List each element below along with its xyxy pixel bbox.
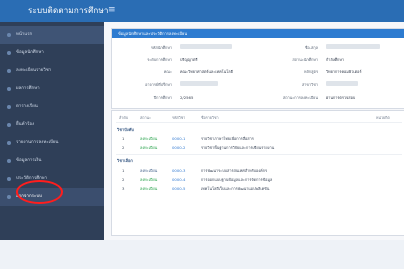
student-status-value: กำลังศึกษา	[326, 57, 344, 62]
sidebar-item-finance[interactable]: ข้อมูลการเงิน	[0, 152, 104, 170]
home-icon	[7, 33, 11, 37]
required-row-2-no: 2	[122, 145, 125, 150]
student-name-value	[326, 44, 380, 49]
course-table: ลำดับ สถานะ รหัสวิชา ชื่อรายวิชา หน่วยกิ…	[111, 110, 404, 236]
registration-status-label: สถานะการลงทะเบียน	[282, 95, 318, 100]
academic-year-value: 2/2565	[180, 95, 194, 100]
report-icon	[7, 141, 11, 145]
book-icon	[7, 69, 11, 73]
elective-row-1-status: ลงทะเบียน	[140, 168, 158, 173]
faculty-value: คณะวิทยาศาสตร์และเทคโนโลยี	[180, 69, 233, 74]
highlight-circle	[16, 180, 63, 204]
academic-year-label: ปีการศึกษา	[153, 95, 172, 100]
header-status: สถานะ	[140, 116, 152, 120]
history-icon	[7, 177, 11, 181]
elective-row-3-code[interactable]: 0000-5	[172, 186, 185, 191]
registration-status-value: ผ่านการตรวจสอบ	[326, 95, 356, 100]
main-content: ข้อมูลนักศึกษาและประวัติการลงทะเบียน รหั…	[104, 22, 404, 241]
sidebar-item-grades[interactable]: ผลการศึกษา	[0, 80, 104, 98]
sidebar-item-registration[interactable]: ลงทะเบียนรายวิชา	[0, 62, 104, 80]
education-level-value: ปริญญาตรี	[180, 57, 198, 62]
elective-row-2-code[interactable]: 0000-4	[172, 177, 185, 182]
advisor-label: อาจารย์ที่ปรึกษา	[145, 82, 172, 87]
header-credit: หน่วยกิต	[376, 116, 390, 120]
elective-row-3-no: 3	[122, 186, 125, 191]
required-row-2-code[interactable]: 0000-2	[172, 145, 185, 150]
required-courses-group: วิชาบังคับ	[117, 127, 134, 132]
advisor-value	[180, 81, 218, 86]
sidebar-item-registration-report[interactable]: รายงานการลงทะเบียน	[0, 134, 104, 152]
sidebar-item-student-info[interactable]: ข้อมูลนักศึกษา	[0, 44, 104, 62]
elective-row-2-no: 2	[122, 177, 125, 182]
faculty-label: คณะ	[163, 69, 172, 74]
required-row-2-name: รายวิชาพื้นฐานการวิจัยและการเขียนรายงาน	[201, 145, 275, 150]
major-label: สาขาวิชา	[301, 82, 318, 87]
left-sidebar: หน้าแรก ข้อมูลนักศึกษา ลงทะเบียนรายวิชา …	[0, 22, 104, 241]
required-row-1-code[interactable]: 0000-1	[172, 136, 185, 141]
required-row-1-no: 1	[122, 136, 125, 141]
elective-courses-group: วิชาเลือก	[117, 158, 133, 163]
program-label: หลักสูตร	[304, 69, 318, 74]
hamburger-menu-icon[interactable]: ≡	[108, 5, 116, 15]
app-title: ระบบติดตามการศึกษา	[28, 6, 109, 15]
elective-row-1-code[interactable]: 0000-3	[172, 168, 185, 173]
file-icon	[7, 123, 11, 127]
chart-icon	[7, 87, 11, 91]
student-id-value	[180, 44, 232, 49]
student-info-panel: ข้อมูลนักศึกษาและประวัติการลงทะเบียน รหั…	[111, 28, 404, 109]
money-icon	[7, 159, 11, 163]
required-row-1-status: ลงทะเบียน	[140, 136, 158, 141]
header-course-name: ชื่อรายวิชา	[201, 116, 219, 120]
student-info-header: ข้อมูลนักศึกษาและประวัติการลงทะเบียน	[112, 29, 404, 38]
browser-screen: ระบบติดตามการศึกษา ≡ หน้าแรก ข้อมูลนักศึ…	[0, 0, 404, 269]
elective-row-1-no: 1	[122, 168, 125, 173]
student-status-label: สถานะนักศึกษา	[292, 57, 318, 62]
required-row-1-name: รายวิชาภาษาไทยเพื่อการสื่อสาร	[201, 136, 254, 141]
elective-row-2-name: การออกแบบฐานข้อมูลและการจัดการข้อมูล	[201, 177, 273, 182]
education-level-label: ระดับการศึกษา	[147, 57, 172, 62]
elective-row-3-name: เทคโนโลยีเว็บและการพัฒนาแอปพลิเคชัน	[201, 186, 270, 191]
sidebar-item-request[interactable]: ยื่นคำร้อง	[0, 116, 104, 134]
student-id-label: รหัสนักศึกษา	[150, 45, 172, 50]
required-row-2-status: ลงทะเบียน	[140, 145, 158, 150]
sidebar-item-home[interactable]: หน้าแรก	[0, 26, 104, 44]
top-navigation-bar: ระบบติดตามการศึกษา ≡	[0, 0, 404, 22]
major-value	[326, 81, 358, 86]
student-name-label: ชื่อ-สกุล	[304, 45, 318, 50]
user-icon	[7, 51, 11, 55]
bottom-page-area	[0, 240, 404, 269]
group-divider	[116, 154, 402, 155]
program-value: วิทยาการคอมพิวเตอร์	[326, 69, 362, 74]
elective-row-1-name: การพัฒนาระบบสารสนเทศสำหรับองค์กร	[201, 168, 268, 173]
elective-row-2-status: ลงทะเบียน	[140, 177, 158, 182]
logout-icon	[7, 195, 11, 199]
calendar-icon	[7, 105, 11, 109]
elective-row-3-status: ลงทะเบียน	[140, 186, 158, 191]
header-divider	[116, 122, 402, 123]
header-no: ลำดับ	[119, 116, 129, 120]
header-code: รหัสวิชา	[172, 116, 186, 120]
sidebar-item-timetable[interactable]: ตารางเรียน	[0, 98, 104, 116]
